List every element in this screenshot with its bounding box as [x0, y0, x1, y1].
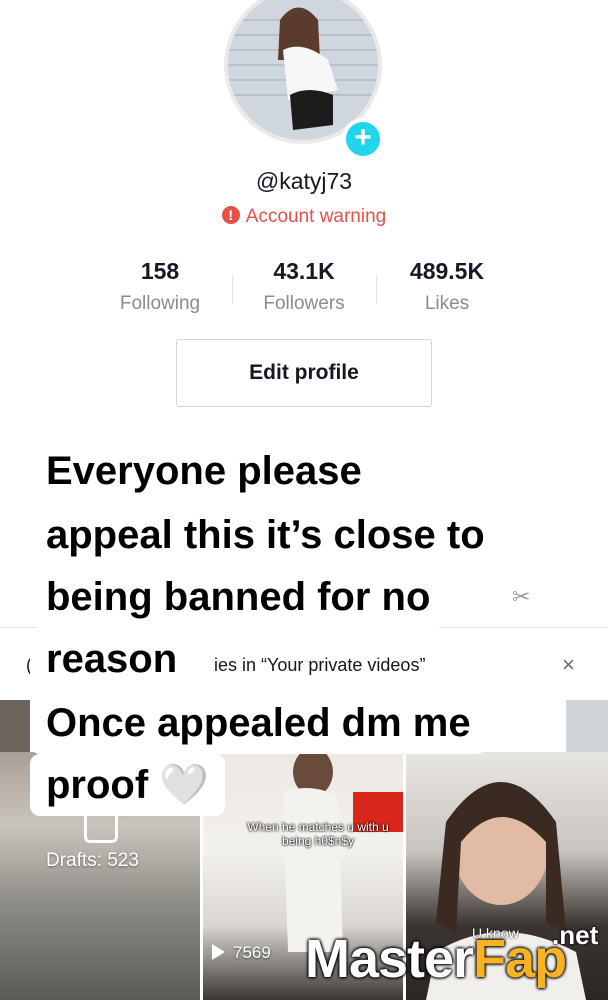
- watermark-master: Master: [305, 929, 474, 989]
- overlay-line: Once appealed dm me: [30, 692, 487, 754]
- white-heart-icon: 🤍: [159, 763, 210, 807]
- account-warning-label: Account warning: [245, 206, 387, 227]
- overlay-line: being banned for no: [30, 566, 447, 628]
- drafts-icon: [84, 815, 118, 843]
- following-label: Following: [119, 293, 201, 314]
- link-icon: ✂: [512, 584, 531, 609]
- watermark-logo: MasterFap: [305, 928, 567, 990]
- close-icon[interactable]: ×: [562, 652, 575, 678]
- video-caption: When he matches u with u being h0$n$y: [247, 820, 389, 848]
- video-thumbnail-edge: [0, 700, 30, 752]
- likes-label: Likes: [424, 293, 470, 314]
- video-thumbnail-edge: [566, 700, 608, 752]
- add-avatar-button[interactable]: +: [342, 118, 384, 160]
- play-icon: [212, 944, 225, 960]
- overlay-line: reason: [30, 628, 194, 690]
- stat-following[interactable]: 158 Following: [90, 258, 230, 315]
- drafts-label: Drafts: 523: [46, 850, 139, 871]
- watermark-domain: .net: [552, 920, 599, 950]
- followers-count: 43.1K: [273, 258, 335, 284]
- exclamation-icon: !: [221, 206, 240, 224]
- following-count: 158: [140, 258, 180, 284]
- likes-count: 489.5K: [409, 258, 485, 284]
- followers-label: Followers: [263, 293, 345, 314]
- overlay-line: proof 🤍: [30, 754, 226, 816]
- overlay-line: Everyone please: [30, 440, 378, 502]
- overlay-line: appeal this it’s close to: [30, 504, 501, 566]
- private-videos-notice[interactable]: ies in “Your private videos”: [214, 655, 425, 676]
- username: @katyj73: [255, 168, 353, 194]
- view-count: 7569: [233, 943, 271, 962]
- account-warning-link[interactable]: ! Account warning: [0, 206, 608, 228]
- edit-profile-button[interactable]: Edit profile: [176, 339, 432, 407]
- stat-followers[interactable]: 43.1K Followers: [234, 258, 374, 315]
- stat-likes[interactable]: 489.5K Likes: [377, 258, 517, 315]
- video-views: 7569: [212, 943, 271, 963]
- overlay-line-text: proof: [46, 763, 149, 807]
- stat-divider: [232, 275, 233, 303]
